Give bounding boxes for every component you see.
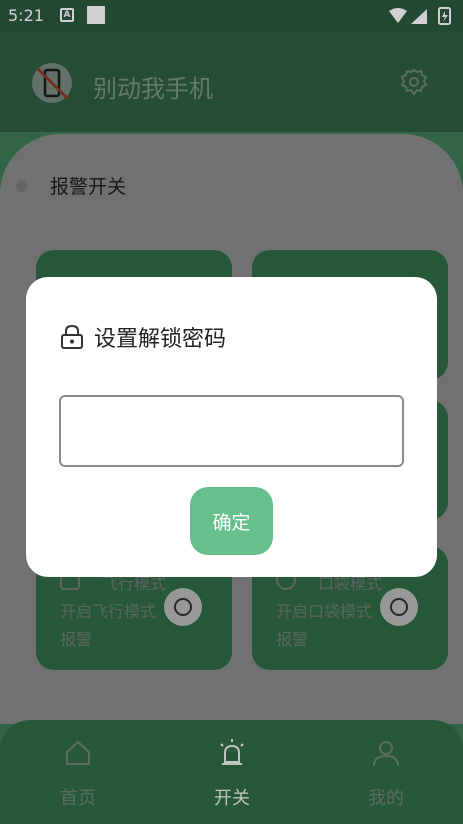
- password-input[interactable]: [59, 395, 404, 467]
- set-password-dialog: 设置解锁密码 确定: [26, 277, 437, 577]
- dialog-title: 设置解锁密码: [94, 327, 227, 352]
- lock-icon: [61, 324, 83, 349]
- confirm-button[interactable]: 确定: [190, 487, 273, 555]
